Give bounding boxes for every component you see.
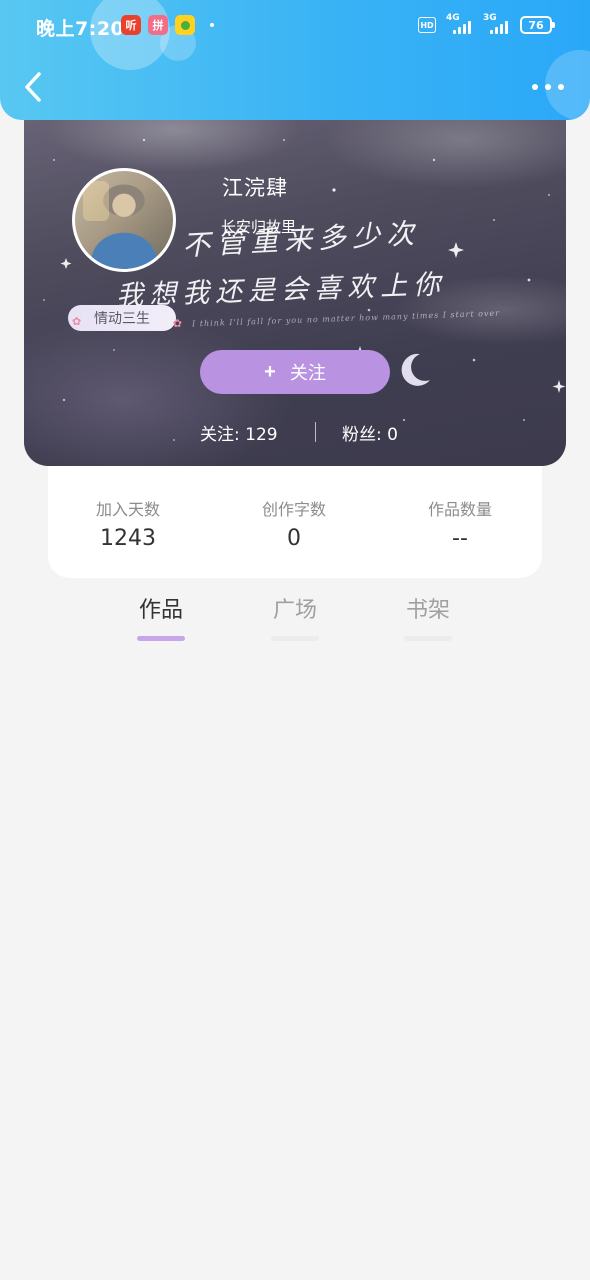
follow-counts: 关注: 129 粉丝: 0 <box>24 420 566 445</box>
tab-square[interactable]: 广场 <box>245 592 345 641</box>
stat-value: -- <box>452 526 468 551</box>
avatar[interactable] <box>72 168 176 272</box>
tab-indicator <box>271 636 319 641</box>
title-badge-label: 情动三生 <box>94 311 150 327</box>
content-tabs: 作品 广场 书架 <box>0 592 590 644</box>
username: 江浣肆 <box>222 176 288 200</box>
hd-voice-icon: HD <box>418 17 436 33</box>
back-button[interactable] <box>18 68 52 106</box>
stat-label: 加入天数 <box>95 500 160 519</box>
following-count[interactable]: 关注: 129 <box>200 420 278 445</box>
user-signature: 长安归故里 <box>221 218 297 236</box>
follow-button-label: 关注 <box>289 363 326 383</box>
tab-indicator <box>137 636 185 641</box>
stat-label: 创作字数 <box>261 500 326 519</box>
fans-count[interactable]: 粉丝: 0 <box>342 420 398 445</box>
crescent-moon-icon <box>401 353 430 386</box>
lemon-app-icon <box>175 15 195 35</box>
stat-value: 1243 <box>100 526 156 551</box>
stat-word-count: 创作字数 0 <box>214 496 374 551</box>
battery-icon: 76 <box>520 16 555 34</box>
follow-button[interactable]: + 关注 <box>200 350 390 394</box>
stat-join-days: 加入天数 1243 <box>48 496 208 551</box>
tab-label: 广场 <box>272 598 317 623</box>
tab-label: 书架 <box>405 598 450 623</box>
tab-label: 作品 <box>138 598 183 623</box>
more-dots-icon <box>532 84 538 90</box>
more-dots-icon <box>545 84 551 90</box>
status-bar: 晚上7:20 听 拼 HD 4G 3G 76 <box>0 0 590 54</box>
plus-icon: + <box>264 360 276 383</box>
top-bar: 晚上7:20 听 拼 HD 4G 3G 76 <box>0 0 590 120</box>
tab-bookshelf[interactable]: 书架 <box>378 592 478 641</box>
signal-strength-icon <box>486 18 512 34</box>
pinduoduo-app-icon: 拼 <box>148 15 168 35</box>
status-time: 晚上7:20 <box>36 18 125 40</box>
profile-header-card: 不管重来多少次 我想我还是会喜欢上你 I think I'll fall for… <box>24 100 566 466</box>
more-options-button[interactable] <box>528 74 568 100</box>
title-badge: ✿ 情动三生 ✿ <box>68 305 182 331</box>
more-dots-icon <box>558 84 564 90</box>
flower-icon: ✿ <box>72 315 82 328</box>
stat-works-count: 作品数量 -- <box>380 496 540 551</box>
notification-dot-icon <box>210 23 214 27</box>
stat-label: 作品数量 <box>427 500 492 519</box>
divider <box>315 422 316 442</box>
stat-value: 0 <box>287 526 301 551</box>
tingshu-app-icon: 听 <box>121 15 141 35</box>
signal-strength-icon <box>449 18 475 34</box>
flower-icon: ✿ <box>172 317 182 330</box>
tab-works[interactable]: 作品 <box>111 592 211 641</box>
chevron-left-icon <box>25 72 41 102</box>
tab-indicator <box>404 636 452 641</box>
